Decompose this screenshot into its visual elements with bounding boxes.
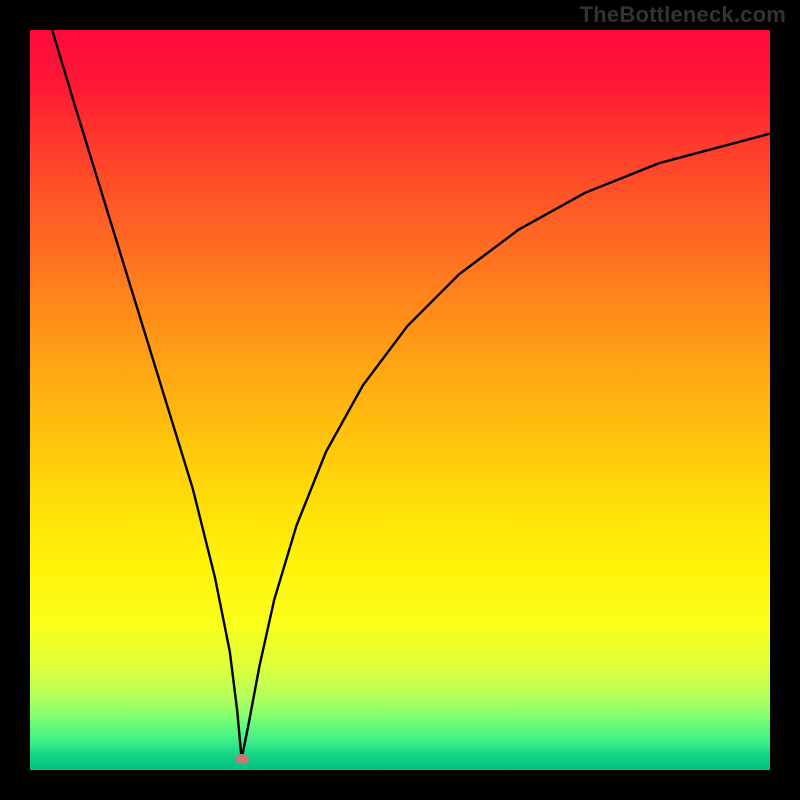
curve-left-branch xyxy=(52,30,241,759)
watermark-text: TheBottleneck.com xyxy=(580,2,786,28)
chart-frame: TheBottleneck.com xyxy=(0,0,800,800)
curve-svg xyxy=(30,30,770,770)
minimum-marker xyxy=(235,754,249,764)
plot-area xyxy=(30,30,770,770)
curve-right-branch xyxy=(242,134,770,759)
